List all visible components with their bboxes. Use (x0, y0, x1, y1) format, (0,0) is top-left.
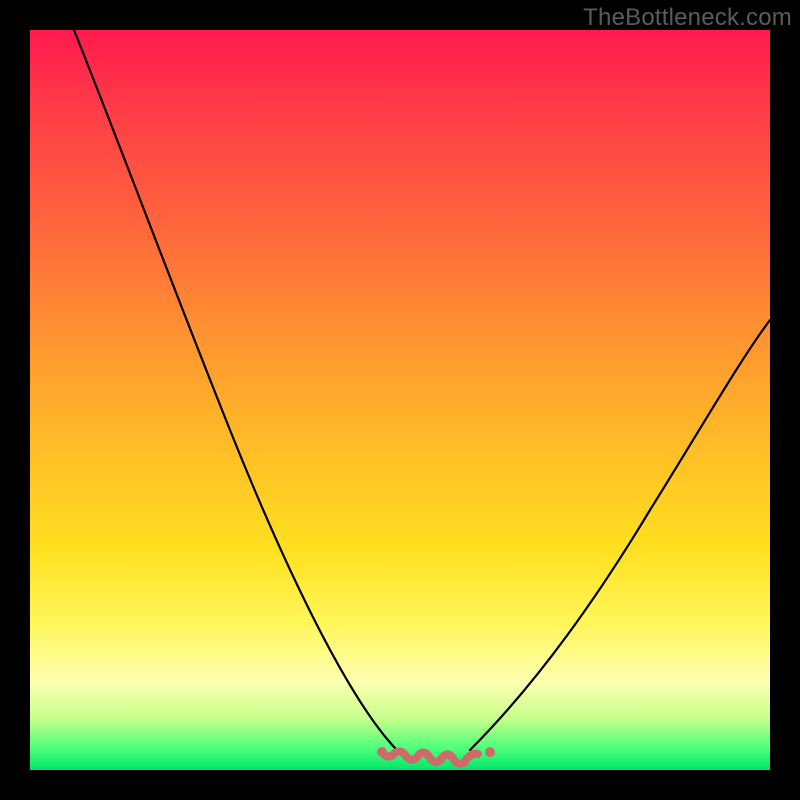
plot-area (30, 30, 770, 770)
valley-end-dot (485, 747, 495, 757)
curve-left-branch (74, 30, 395, 748)
curve-right-branch (470, 320, 770, 750)
valley-start-dot (377, 747, 387, 757)
watermark-text: TheBottleneck.com (583, 4, 792, 32)
chart-frame: TheBottleneck.com (0, 0, 800, 800)
curve-valley-floor (382, 751, 478, 764)
chart-svg (30, 30, 770, 770)
